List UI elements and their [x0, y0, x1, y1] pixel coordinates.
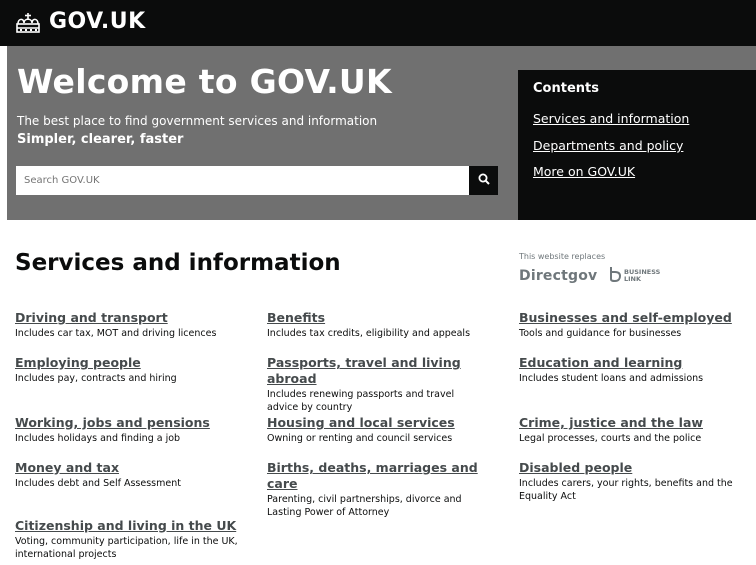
crown-icon [14, 10, 42, 34]
replaces-label: This website replaces [519, 252, 606, 261]
services-heading: Services and information [15, 250, 341, 276]
search-button[interactable] [469, 166, 498, 195]
topic-link-driving[interactable]: Driving and transport [15, 310, 245, 326]
topic-link-citizenship[interactable]: Citizenship and living in the UK [15, 518, 245, 534]
search-input[interactable] [16, 166, 469, 195]
topic-link-working[interactable]: Working, jobs and pensions [15, 415, 245, 431]
businesslink-text: BUSINESS LINK [624, 269, 660, 283]
topic-link-employing[interactable]: Employing people [15, 355, 245, 371]
topic-link-money[interactable]: Money and tax [15, 460, 245, 476]
topic-item: Housing and local services Owning or ren… [267, 415, 497, 445]
govuk-logo-link[interactable]: GOV.UK [14, 9, 146, 34]
topic-desc: Includes carers, your rights, benefits a… [519, 478, 733, 502]
topic-item: Money and tax Includes debt and Self Ass… [15, 460, 245, 490]
topic-item: Education and learning Includes student … [519, 355, 749, 385]
hero-tagline: Simpler, clearer, faster [17, 132, 184, 147]
topic-item: Benefits Includes tax credits, eligibili… [267, 310, 497, 340]
contents-title: Contents [533, 81, 599, 96]
businesslink-logo: BUSINESS LINK [608, 266, 660, 286]
topic-desc: Includes debt and Self Assessment [15, 478, 181, 489]
topic-item: Disabled people Includes carers, your ri… [519, 460, 749, 503]
page-title: Welcome to GOV.UK [17, 62, 392, 101]
topic-item: Employing people Includes pay, contracts… [15, 355, 245, 385]
topic-link-housing[interactable]: Housing and local services [267, 415, 497, 431]
businesslink-icon [608, 266, 622, 286]
businesslink-line2: LINK [624, 275, 642, 283]
topic-desc: Owning or renting and council services [267, 433, 453, 444]
hero-subtitle: The best place to find government servic… [17, 114, 378, 128]
topic-link-crime[interactable]: Crime, justice and the law [519, 415, 749, 431]
contents-link-services[interactable]: Services and information [533, 111, 689, 126]
topic-desc: Includes pay, contracts and hiring [15, 373, 177, 384]
topic-item: Citizenship and living in the UK Voting,… [15, 518, 245, 561]
search-form [16, 166, 498, 195]
directgov-logo: Directgov [519, 268, 598, 284]
topic-item: Driving and transport Includes car tax, … [15, 310, 245, 340]
site-header: GOV.UK [0, 0, 756, 46]
topic-desc: Includes holidays and finding a job [15, 433, 181, 444]
contents-panel: Contents Services and information Depart… [518, 70, 756, 220]
topic-item: Crime, justice and the law Legal process… [519, 415, 749, 445]
topic-desc: Includes tax credits, eligibility and ap… [267, 328, 471, 339]
logo-text: GOV.UK [49, 9, 146, 34]
topic-desc: Includes renewing passports and travel a… [267, 389, 455, 413]
search-icon [478, 173, 490, 188]
topic-item: Working, jobs and pensions Includes holi… [15, 415, 245, 445]
contents-link-more[interactable]: More on GOV.UK [533, 164, 635, 179]
topic-item: Passports, travel and living abroad Incl… [267, 355, 497, 414]
topic-desc: Voting, community participation, life in… [15, 536, 238, 560]
topic-desc: Includes student loans and admissions [519, 373, 704, 384]
topic-desc: Tools and guidance for businesses [519, 328, 682, 339]
topic-desc: Includes car tax, MOT and driving licenc… [15, 328, 217, 339]
topic-item: Births, deaths, marriages and care Paren… [267, 460, 497, 519]
topic-desc: Parenting, civil partnerships, divorce a… [267, 494, 462, 518]
topic-link-business[interactable]: Businesses and self-employed [519, 310, 749, 326]
contents-link-departments[interactable]: Departments and policy [533, 138, 683, 153]
topic-link-education[interactable]: Education and learning [519, 355, 749, 371]
topic-link-passports[interactable]: Passports, travel and living abroad [267, 355, 497, 387]
topic-link-births[interactable]: Births, deaths, marriages and care [267, 460, 497, 492]
topic-desc: Legal processes, courts and the police [519, 433, 702, 444]
topic-item: Businesses and self-employed Tools and g… [519, 310, 749, 340]
topic-link-benefits[interactable]: Benefits [267, 310, 497, 326]
topic-link-disabled[interactable]: Disabled people [519, 460, 749, 476]
